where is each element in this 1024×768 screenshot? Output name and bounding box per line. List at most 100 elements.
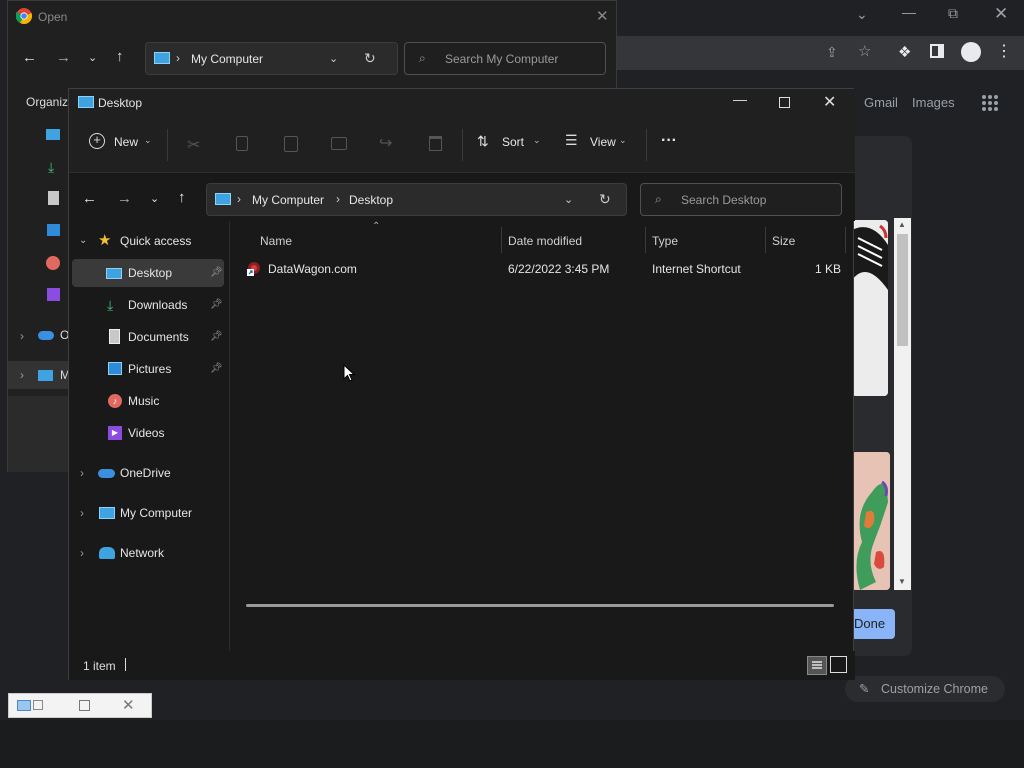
scroll-down-icon[interactable]: ▼ xyxy=(898,577,906,586)
column-header-name[interactable]: Name xyxy=(260,234,292,248)
chevron-down-icon[interactable]: ⌄ xyxy=(329,52,338,65)
customize-chrome-button[interactable]: ✎ Customize Chrome xyxy=(845,676,1005,702)
star-icon[interactable]: ☆ xyxy=(858,42,871,60)
pin-icon[interactable]: 📌︎ xyxy=(210,323,223,351)
restore-icon[interactable] xyxy=(33,700,43,710)
search-box[interactable]: ⌕ Search Desktop xyxy=(640,183,842,216)
minimize-icon[interactable]: — xyxy=(733,91,747,107)
forward-arrow-icon[interactable]: → xyxy=(56,49,71,66)
sidebar-item-selected[interactable]: › M xyxy=(8,361,70,389)
back-arrow-icon[interactable]: ← xyxy=(22,49,37,66)
explorer-window: Desktop — ✕ + New ⌄ ✂ ↪ ⇅ Sort ⌄ ☰ View … xyxy=(68,88,855,680)
sidebar-item-quick-access[interactable]: ⌄ ★ Quick access xyxy=(69,227,225,255)
details-view-icon[interactable] xyxy=(807,656,827,675)
maximize-icon[interactable] xyxy=(779,97,790,108)
column-divider[interactable] xyxy=(501,227,502,253)
pin-icon[interactable]: 📌︎ xyxy=(210,355,223,383)
more-options-icon[interactable]: ··· xyxy=(661,132,677,150)
sidebar-item-desktop[interactable]: Desktop 📌︎ xyxy=(72,259,224,287)
restore-icon[interactable]: ⧉ xyxy=(948,5,958,22)
refresh-icon[interactable]: ↻ xyxy=(599,191,611,208)
background-thumbnail[interactable] xyxy=(852,452,890,590)
close-icon[interactable]: ✕ xyxy=(994,4,1008,24)
scrollbar-thumb[interactable] xyxy=(897,234,908,346)
background-thumbnail[interactable] xyxy=(852,220,888,396)
share-icon[interactable]: ↪ xyxy=(379,133,392,153)
side-panel-icon[interactable] xyxy=(930,44,944,58)
sidebar-item-network[interactable]: › Network xyxy=(69,539,225,567)
chevron-right-icon[interactable]: › xyxy=(20,329,24,343)
sidebar-item-label: Documents xyxy=(128,330,189,344)
chevron-down-icon[interactable]: ⌄ xyxy=(564,193,573,206)
chevron-down-icon[interactable]: ⌄ xyxy=(856,6,868,23)
paste-icon[interactable] xyxy=(284,136,298,152)
menu-icon[interactable]: ⋮ xyxy=(996,41,1012,61)
chevron-down-icon[interactable]: ⌄ xyxy=(88,51,97,64)
computer-icon xyxy=(38,370,53,381)
open-search-box[interactable]: ⌕ Search My Computer xyxy=(404,42,606,75)
minimized-window[interactable]: ✕ xyxy=(8,693,152,718)
column-header-type[interactable]: Type xyxy=(652,234,678,248)
back-arrow-icon[interactable]: ← xyxy=(82,190,97,207)
minimize-icon[interactable]: — xyxy=(902,4,916,20)
forward-arrow-icon[interactable]: → xyxy=(117,190,132,207)
column-divider[interactable] xyxy=(645,227,646,253)
close-icon[interactable]: ✕ xyxy=(823,92,836,112)
cut-icon[interactable]: ✂ xyxy=(187,135,200,155)
copy-icon[interactable] xyxy=(236,136,248,151)
horizontal-scrollbar[interactable] xyxy=(246,604,834,607)
images-link[interactable]: Images xyxy=(912,95,955,110)
sidebar-item-videos[interactable]: ▶ Videos xyxy=(72,419,224,447)
up-arrow-icon[interactable]: ↑ xyxy=(116,48,124,65)
column-divider[interactable] xyxy=(765,227,766,253)
column-divider[interactable] xyxy=(845,227,846,253)
column-header-date[interactable]: Date modified xyxy=(508,234,582,248)
close-icon[interactable]: ✕ xyxy=(122,696,135,714)
breadcrumb-my-computer[interactable]: My Computer xyxy=(252,193,324,207)
file-date: 6/22/2022 3:45 PM xyxy=(508,262,610,276)
desktop-icon xyxy=(46,129,60,140)
view-button[interactable]: ☰ View ⌄ xyxy=(563,131,635,159)
tiles-view-icon[interactable] xyxy=(830,656,847,673)
delete-icon[interactable] xyxy=(429,136,442,151)
refresh-icon[interactable]: ↻ xyxy=(364,50,376,67)
sort-button[interactable]: ⇅ Sort ⌄ xyxy=(475,131,545,159)
chevron-down-icon: ⌄ xyxy=(619,135,627,145)
download-icon: ⤓ xyxy=(107,297,114,313)
up-arrow-icon[interactable]: ↑ xyxy=(178,189,186,206)
pin-icon[interactable]: 📌︎ xyxy=(210,291,223,319)
extensions-icon[interactable]: ❖ xyxy=(898,43,911,61)
sidebar-item-documents[interactable]: Documents 📌︎ xyxy=(72,323,224,351)
chevron-right-icon[interactable]: › xyxy=(80,539,84,567)
pin-icon[interactable]: 📌︎ xyxy=(210,259,223,287)
table-row[interactable]: DataWagon.com 6/22/2022 3:45 PM Internet… xyxy=(240,257,845,281)
maximize-icon[interactable] xyxy=(79,700,90,711)
close-icon[interactable]: ✕ xyxy=(596,7,609,25)
sidebar-item-my-computer[interactable]: › My Computer xyxy=(69,499,225,527)
scroll-up-icon[interactable]: ▲ xyxy=(898,220,906,229)
sidebar-item-music[interactable]: ♪ Music xyxy=(72,387,224,415)
gmail-link[interactable]: Gmail xyxy=(864,95,898,110)
sidebar-item-pictures[interactable]: Pictures 📌︎ xyxy=(72,355,224,383)
done-button[interactable]: Done xyxy=(852,609,895,639)
address-bar[interactable]: › My Computer › Desktop ⌄ ↻ xyxy=(206,183,627,216)
customize-chrome-label: Customize Chrome xyxy=(881,682,988,696)
computer-icon xyxy=(215,193,231,205)
open-address-bar[interactable]: › My Computer ⌄ ↻ xyxy=(145,42,398,75)
sidebar-item-onedrive[interactable]: › OneDrive xyxy=(69,459,225,487)
column-header-size[interactable]: Size xyxy=(772,234,795,248)
internet-shortcut-icon xyxy=(247,261,261,276)
new-button[interactable]: + New ⌄ xyxy=(83,131,153,159)
chevron-down-icon[interactable]: ⌄ xyxy=(79,227,87,255)
chevron-right-icon[interactable]: › xyxy=(80,459,84,487)
apps-icon[interactable] xyxy=(981,94,999,112)
chevron-down-icon[interactable]: ⌄ xyxy=(150,192,159,205)
share-icon[interactable]: ⇪ xyxy=(826,44,838,61)
file-size: 1 KB xyxy=(815,262,842,276)
chevron-right-icon[interactable]: › xyxy=(80,499,84,527)
chevron-right-icon[interactable]: › xyxy=(20,368,24,382)
profile-icon[interactable] xyxy=(961,42,981,62)
breadcrumb-desktop[interactable]: Desktop xyxy=(349,193,393,207)
sidebar-item-downloads[interactable]: ⤓ Downloads 📌︎ xyxy=(72,291,224,319)
rename-icon[interactable] xyxy=(331,137,347,150)
